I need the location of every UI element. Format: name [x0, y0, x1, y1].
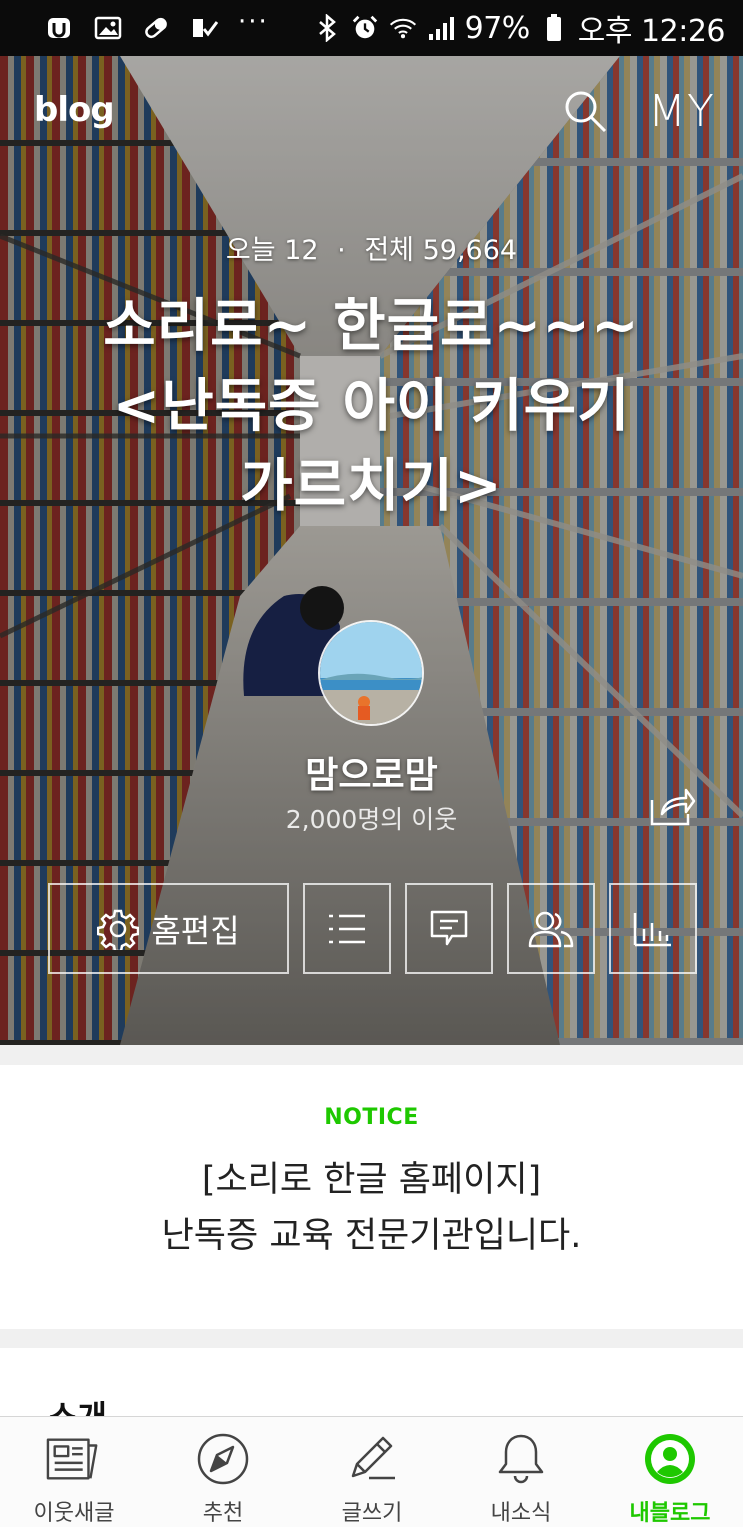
- notice-text: [소리로 한글 홈페이지]: [201, 1160, 542, 1200]
- blog-title-line: 가르치기>: [240, 453, 503, 519]
- gallery-icon: [94, 15, 122, 41]
- notice-text: 난독증 교육 전문기관입니다.: [161, 1216, 582, 1256]
- battery-percent: 97%: [464, 10, 531, 46]
- more-notifications-icon: ···: [238, 7, 269, 37]
- status-bar: ··· 97% 오후 12:26: [0, 0, 743, 56]
- guestbook-button[interactable]: [405, 883, 493, 974]
- edit-home-label: 홈편집: [151, 911, 240, 950]
- blog-cover: blog MY 오늘 12 · 전체 59,664 소리로~ 한글로~~~ <난…: [0, 56, 743, 1045]
- nav-label: 이웃새글: [33, 1501, 115, 1526]
- nav-label: 글쓰기: [341, 1501, 403, 1526]
- nav-label: 내블로그: [629, 1501, 711, 1526]
- search-icon: [565, 91, 607, 133]
- total-label: 전체: [364, 235, 415, 266]
- nav-notifications[interactable]: 내소식: [447, 1417, 595, 1527]
- gear-icon: [97, 909, 140, 950]
- app-notification-icon: [46, 15, 74, 41]
- alarm-icon: [351, 15, 379, 41]
- nav-recommend[interactable]: 추천: [149, 1417, 297, 1527]
- nav-neighbor-posts[interactable]: 이웃새글: [0, 1417, 148, 1527]
- nav-label: 추천: [202, 1501, 244, 1526]
- signal-icon: [427, 15, 455, 41]
- nav-my-blog[interactable]: 내블로그: [596, 1417, 743, 1527]
- clock: 오후 12:26: [577, 14, 726, 49]
- search-button[interactable]: [562, 88, 608, 134]
- bottom-navigation: 이웃새글 추천 글쓰기 내소식 내블로그: [0, 1416, 743, 1527]
- share-button[interactable]: [648, 784, 696, 828]
- list-icon: [329, 914, 365, 943]
- bluetooth-icon: [313, 14, 341, 42]
- today-label: 오늘: [225, 235, 276, 266]
- notice-card[interactable]: NOTICE [소리로 한글 홈페이지] 난독증 교육 전문기관입니다.: [0, 1065, 743, 1329]
- notice-label: NOTICE: [324, 1105, 419, 1130]
- my-button[interactable]: MY: [648, 86, 715, 137]
- bar-chart-icon: [633, 912, 671, 946]
- task-check-icon: [190, 15, 218, 41]
- total-count: 59,664: [422, 235, 518, 266]
- blog-title: 소리로~ 한글로~~~ <난독증 아이 키우기 가르치기>: [60, 286, 683, 526]
- pencil-icon: [344, 1431, 400, 1487]
- edit-home-button[interactable]: 홈편집: [48, 883, 289, 974]
- blog-logo[interactable]: blog: [34, 90, 115, 130]
- newspaper-icon: [46, 1431, 102, 1487]
- compass-icon: [195, 1431, 251, 1487]
- people-icon: [528, 911, 574, 947]
- blog-nickname[interactable]: 맘으로맘: [0, 746, 743, 798]
- comment-icon: [430, 910, 468, 945]
- battery-icon: [540, 14, 568, 41]
- blog-title-line: 소리로~ 한글로~~~: [103, 293, 640, 359]
- visit-stats: 오늘 12 · 전체 59,664: [225, 235, 518, 266]
- pill-icon: [142, 15, 170, 41]
- nav-label: 내소식: [490, 1501, 552, 1526]
- my-blog-icon: [642, 1431, 698, 1487]
- profile-avatar[interactable]: [318, 620, 424, 726]
- nav-write[interactable]: 글쓰기: [298, 1417, 446, 1527]
- bell-icon: [493, 1431, 549, 1487]
- neighbor-count[interactable]: 2,000명의 이웃: [0, 800, 743, 836]
- statistics-button[interactable]: [609, 883, 697, 974]
- post-list-button[interactable]: [303, 883, 391, 974]
- today-count: 12: [284, 235, 319, 266]
- wifi-icon: [389, 15, 417, 41]
- beach-avatar-image: [320, 622, 422, 724]
- neighbors-button[interactable]: [507, 883, 595, 974]
- blog-title-line: <난독증 아이 키우기: [112, 373, 631, 439]
- share-icon: [650, 788, 696, 826]
